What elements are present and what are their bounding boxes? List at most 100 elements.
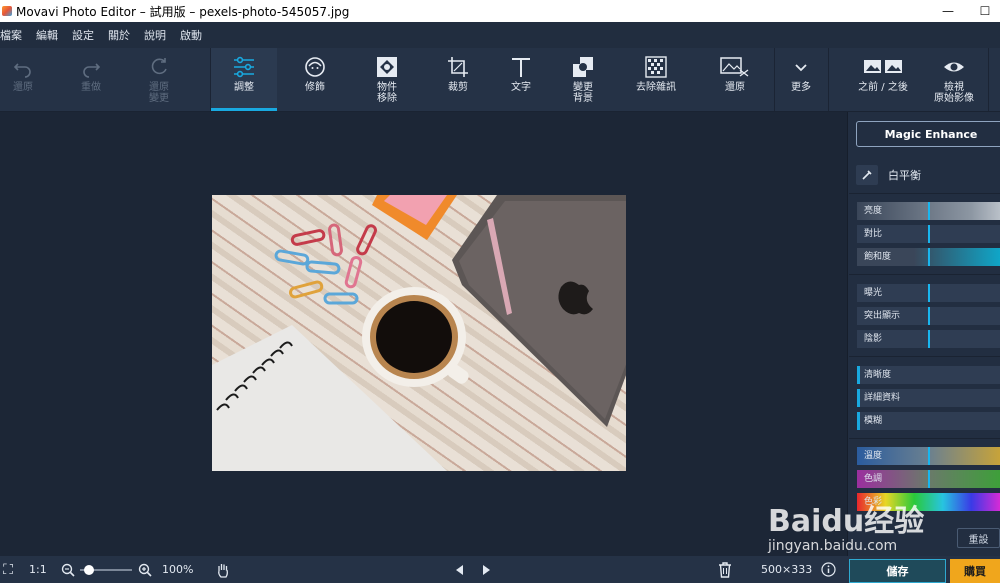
retouch-label: 修飾 bbox=[305, 82, 325, 93]
magic-enhance-button[interactable]: Magic Enhance bbox=[856, 121, 1000, 147]
face-icon bbox=[305, 57, 325, 77]
crop-icon bbox=[448, 57, 468, 77]
actual-size-button[interactable]: 1:1 bbox=[29, 556, 47, 583]
object-label-line1: 物件 bbox=[377, 82, 397, 93]
title-bar: Movavi Photo Editor – 試用版 – pexels-photo… bbox=[0, 0, 1000, 22]
tab-retouch[interactable]: 修飾 bbox=[292, 48, 338, 111]
menu-bar: 檔案 編輯 設定 關於 說明 啟動 bbox=[0, 22, 1000, 48]
zoom-level: 100% bbox=[162, 563, 194, 576]
denoise-label: 去除雜訊 bbox=[636, 82, 676, 93]
zoom-out-button[interactable] bbox=[61, 556, 75, 583]
slider-thumb[interactable] bbox=[928, 225, 930, 243]
brightness-label: 亮度 bbox=[864, 206, 883, 216]
photo-image bbox=[212, 195, 626, 471]
reset-button[interactable]: 重設 bbox=[957, 528, 1000, 548]
hand-tool-button[interactable] bbox=[215, 556, 231, 583]
details-label: 詳細資料 bbox=[864, 393, 901, 403]
highlights-label: 突出顯示 bbox=[864, 311, 901, 321]
fit-screen-button[interactable]: ⛶ bbox=[0, 556, 16, 583]
view-original-label-line2: 原始影像 bbox=[934, 93, 974, 104]
delete-button[interactable] bbox=[718, 556, 732, 583]
next-image-button[interactable] bbox=[480, 556, 492, 583]
photo-canvas[interactable] bbox=[212, 195, 626, 471]
triangle-left-icon bbox=[456, 564, 463, 575]
menu-edit[interactable]: 編輯 bbox=[36, 27, 58, 43]
brightness-slider[interactable]: 亮度 bbox=[857, 202, 1000, 220]
image-dimensions: 500×333 bbox=[761, 563, 813, 576]
temperature-slider[interactable]: 溫度 bbox=[857, 447, 1000, 465]
zoom-thumb[interactable] bbox=[84, 564, 94, 575]
save-button[interactable]: 儲存 bbox=[849, 559, 946, 583]
background-icon bbox=[573, 57, 593, 77]
eyedropper-button[interactable] bbox=[856, 165, 878, 185]
tint-slider[interactable]: 色調 bbox=[857, 470, 1000, 488]
reset-label-line2: 變更 bbox=[149, 93, 169, 104]
hand-icon bbox=[218, 563, 228, 578]
text-label: 文字 bbox=[511, 82, 531, 93]
view-original-label-line1: 檢視 bbox=[944, 82, 964, 93]
tab-crop[interactable]: 裁剪 bbox=[434, 48, 482, 111]
zoom-in-icon bbox=[138, 563, 152, 577]
shadows-slider[interactable]: 陰影 bbox=[857, 330, 1000, 348]
highlights-slider[interactable]: 突出顯示 bbox=[857, 307, 1000, 325]
tab-restore[interactable]: 還原 bbox=[710, 48, 760, 111]
triangle-right-icon bbox=[483, 564, 490, 575]
chevron-down-icon bbox=[795, 64, 807, 72]
tab-text[interactable]: 文字 bbox=[498, 48, 544, 111]
blur-label: 模糊 bbox=[864, 416, 883, 426]
menu-file[interactable]: 檔案 bbox=[0, 27, 22, 43]
menu-activate[interactable]: 啟動 bbox=[180, 27, 202, 43]
before-after-button[interactable]: 之前 / 之後 bbox=[848, 48, 918, 111]
tab-adjust[interactable]: 調整 bbox=[211, 48, 277, 111]
more-button[interactable]: 更多 bbox=[778, 48, 824, 111]
window-title: Movavi Photo Editor – 試用版 – pexels-photo… bbox=[16, 4, 350, 19]
menu-about[interactable]: 關於 bbox=[108, 27, 130, 43]
crop-label: 裁剪 bbox=[448, 82, 468, 93]
contrast-label: 對比 bbox=[864, 229, 883, 239]
slider-thumb[interactable] bbox=[928, 470, 930, 488]
view-original-button[interactable]: 檢視 原始影像 bbox=[928, 48, 980, 111]
slider-thumb[interactable] bbox=[928, 447, 930, 465]
minimize-button[interactable]: — bbox=[933, 0, 963, 22]
more-label: 更多 bbox=[791, 82, 811, 93]
slider-thumb[interactable] bbox=[928, 248, 930, 266]
redo-button[interactable]: 重做 bbox=[68, 48, 114, 111]
exposure-label: 曝光 bbox=[864, 288, 883, 298]
tab-denoise[interactable]: 去除雜訊 bbox=[624, 48, 688, 111]
slider-thumb[interactable] bbox=[928, 284, 930, 302]
tab-change-background[interactable]: 變更 背景 bbox=[560, 48, 606, 111]
slider-thumb[interactable] bbox=[928, 330, 930, 348]
reset-changes-button[interactable]: 還原 變更 bbox=[136, 48, 182, 111]
slider-thumb[interactable] bbox=[928, 202, 930, 220]
blur-slider[interactable]: 模糊 bbox=[857, 412, 1000, 430]
zoom-in-button[interactable] bbox=[138, 556, 152, 583]
menu-help[interactable]: 說明 bbox=[144, 27, 166, 43]
maximize-button[interactable]: ☐ bbox=[970, 0, 1000, 22]
zoom-slider[interactable] bbox=[80, 556, 132, 583]
tab-object-removal[interactable]: 物件 移除 bbox=[362, 48, 412, 111]
slider-thumb[interactable] bbox=[928, 307, 930, 325]
saturation-slider[interactable]: 飽和度 bbox=[857, 248, 1000, 266]
reset-label-line1: 還原 bbox=[149, 82, 169, 93]
buy-button[interactable]: 購買 bbox=[950, 559, 1000, 583]
restore-label: 還原 bbox=[725, 82, 745, 93]
watermark-logo: Baidu经验 bbox=[768, 504, 925, 539]
before-after-label: 之前 / 之後 bbox=[858, 82, 908, 93]
info-button[interactable] bbox=[821, 556, 836, 583]
sliders-icon bbox=[234, 56, 254, 78]
menu-settings[interactable]: 設定 bbox=[72, 27, 94, 43]
details-slider[interactable]: 詳細資料 bbox=[857, 389, 1000, 407]
eyedropper-icon bbox=[862, 170, 872, 180]
clarity-slider[interactable]: 清晰度 bbox=[857, 366, 1000, 384]
temperature-label: 溫度 bbox=[864, 451, 883, 461]
contrast-slider[interactable]: 對比 bbox=[857, 225, 1000, 243]
redo-icon bbox=[83, 63, 101, 78]
undo-button[interactable]: 還原 bbox=[0, 48, 46, 111]
exposure-slider[interactable]: 曝光 bbox=[857, 284, 1000, 302]
zoom-out-icon bbox=[61, 563, 75, 577]
previous-image-button[interactable] bbox=[454, 556, 466, 583]
object-removal-icon bbox=[377, 57, 397, 77]
background-label-line2: 背景 bbox=[573, 93, 593, 104]
adjust-label: 調整 bbox=[234, 82, 254, 93]
watermark-url: jingyan.baidu.com bbox=[768, 538, 898, 554]
